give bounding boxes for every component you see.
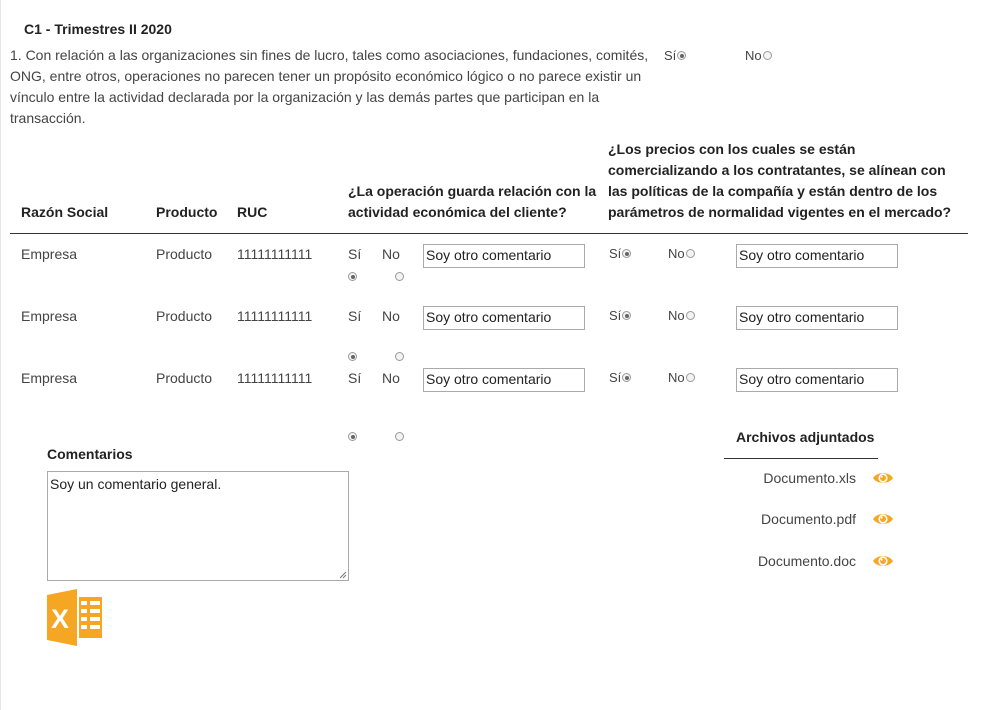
cell-razon-social: Empresa — [21, 246, 78, 262]
q1-comment-input[interactable]: Soy otro comentario — [423, 244, 585, 268]
q2-no-label: No — [668, 246, 685, 261]
q2-no-option[interactable]: No — [668, 308, 695, 323]
q2-no-radio[interactable] — [685, 373, 695, 382]
q2-yes-option[interactable]: Sí — [609, 308, 632, 323]
comments-textarea[interactable]: Soy un comentario general. — [47, 471, 349, 581]
cell-ruc: 11111111111 — [237, 308, 313, 324]
q1-yes-radio[interactable] — [348, 352, 357, 361]
eye-icon[interactable] — [872, 470, 894, 486]
header-question-1: ¿La operación guarda relación con la act… — [348, 183, 597, 220]
q1-yes-label: Sí — [348, 308, 362, 324]
question-no-option[interactable]: No — [745, 48, 772, 63]
q2-no-label: No — [668, 308, 685, 323]
q2-yes-label: Sí — [609, 246, 622, 261]
attachment-name: Documento.xls — [763, 470, 856, 486]
question-yes-label: Sí — [664, 48, 677, 63]
q1-no-label: No — [382, 370, 400, 386]
q2-yes-radio[interactable] — [622, 311, 632, 320]
resize-handle-icon[interactable] — [339, 571, 347, 579]
q2-comment-value: Soy otro comentario — [739, 247, 865, 263]
question-yes-radio[interactable] — [677, 51, 687, 60]
q2-yes-label: Sí — [609, 308, 622, 323]
section-title: C1 - Trimestres II 2020 — [24, 21, 172, 37]
q1-comment-value: Soy otro comentario — [426, 247, 552, 263]
cell-producto: Producto — [156, 370, 213, 386]
q1-comment-input[interactable]: Soy otro comentario — [423, 368, 585, 392]
table-row: Empresa Producto 11111111111 Sí No Soy o… — [0, 0, 993, 281]
table-header-divider — [10, 233, 968, 234]
header-ruc: RUC — [237, 204, 268, 220]
question-no-radio[interactable] — [762, 51, 772, 60]
comments-value: Soy un comentario general. — [50, 476, 222, 492]
q2-yes-radio[interactable] — [622, 373, 632, 382]
cell-ruc: 11111111111 — [237, 370, 313, 386]
q2-yes-label: Sí — [609, 370, 622, 385]
q1-no-label: No — [382, 308, 400, 324]
attachments-divider — [724, 458, 878, 459]
q2-yes-radio[interactable] — [622, 249, 632, 258]
page-edge — [0, 0, 1, 710]
cell-razon-social: Empresa — [21, 308, 78, 324]
q1-no-radio[interactable] — [395, 272, 405, 281]
q2-comment-value: Soy otro comentario — [739, 309, 865, 325]
q1-yes-radio[interactable] — [348, 432, 357, 441]
q1-yes-label: Sí — [348, 246, 362, 262]
q2-comment-value: Soy otro comentario — [739, 371, 865, 387]
q2-no-radio[interactable] — [685, 311, 695, 320]
header-razon-social: Razón Social — [21, 204, 109, 220]
cell-producto: Producto — [156, 246, 213, 262]
q1-comment-value: Soy otro comentario — [426, 371, 552, 387]
attachment-name: Documento.pdf — [761, 511, 856, 527]
q2-yes-option[interactable]: Sí — [609, 370, 632, 385]
q2-no-radio[interactable] — [685, 249, 695, 258]
cell-razon-social: Empresa — [21, 370, 78, 386]
q1-no-label: No — [382, 246, 400, 262]
question-text: 1. Con relación a las organizaciones sin… — [10, 47, 649, 126]
q1-comment-value: Soy otro comentario — [426, 309, 552, 325]
cell-ruc: 11111111111 — [237, 246, 313, 262]
q1-no-radio[interactable] — [395, 432, 405, 441]
eye-icon[interactable] — [872, 511, 894, 527]
q2-comment-input[interactable]: Soy otro comentario — [736, 244, 898, 268]
attachments-label: Archivos adjuntados — [736, 429, 875, 445]
cell-producto: Producto — [156, 308, 213, 324]
question-no-label: No — [745, 48, 762, 63]
q2-no-option[interactable]: No — [668, 370, 695, 385]
q1-no-radio[interactable] — [395, 352, 405, 361]
svg-text:X: X — [51, 604, 69, 634]
question-yes-option[interactable]: Sí — [664, 48, 687, 63]
q1-comment-input[interactable]: Soy otro comentario — [423, 306, 585, 330]
q2-yes-option[interactable]: Sí — [609, 246, 632, 261]
q2-no-option[interactable]: No — [668, 246, 695, 261]
q2-no-label: No — [668, 370, 685, 385]
q2-comment-input[interactable]: Soy otro comentario — [736, 306, 898, 330]
q1-yes-radio[interactable] — [348, 272, 357, 281]
attachment-name: Documento.doc — [757, 553, 856, 569]
eye-icon[interactable] — [872, 553, 894, 569]
header-question-2: ¿Los precios con los cuales se están com… — [608, 141, 952, 220]
excel-icon[interactable]: X — [47, 589, 104, 646]
header-producto: Producto — [156, 204, 218, 220]
q2-comment-input[interactable]: Soy otro comentario — [736, 368, 898, 392]
q1-yes-label: Sí — [348, 370, 362, 386]
comments-label: Comentarios — [47, 446, 133, 462]
